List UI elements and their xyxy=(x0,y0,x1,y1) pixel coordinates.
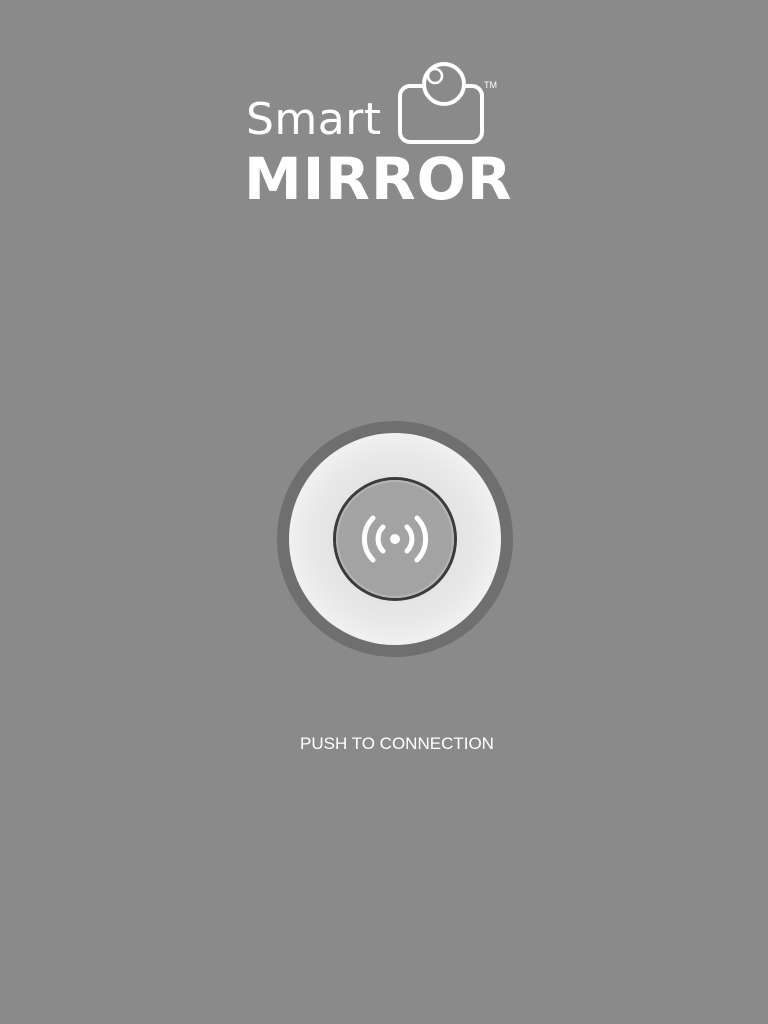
connect-button-ring xyxy=(289,433,501,645)
logo-smart-text: Smart xyxy=(246,94,382,145)
logo-mirror-text: MIRROR xyxy=(244,145,513,213)
trademark-mark: TM xyxy=(484,80,497,90)
connect-instruction-label: PUSH TO CONNECTION xyxy=(300,734,494,753)
broadcast-signal-icon xyxy=(361,515,429,563)
connect-button-center xyxy=(336,480,454,598)
connect-button[interactable] xyxy=(277,421,513,657)
connect-button-border xyxy=(333,477,457,601)
app-logo: Smart TM MIRROR xyxy=(240,60,530,220)
camera-icon xyxy=(398,62,484,144)
